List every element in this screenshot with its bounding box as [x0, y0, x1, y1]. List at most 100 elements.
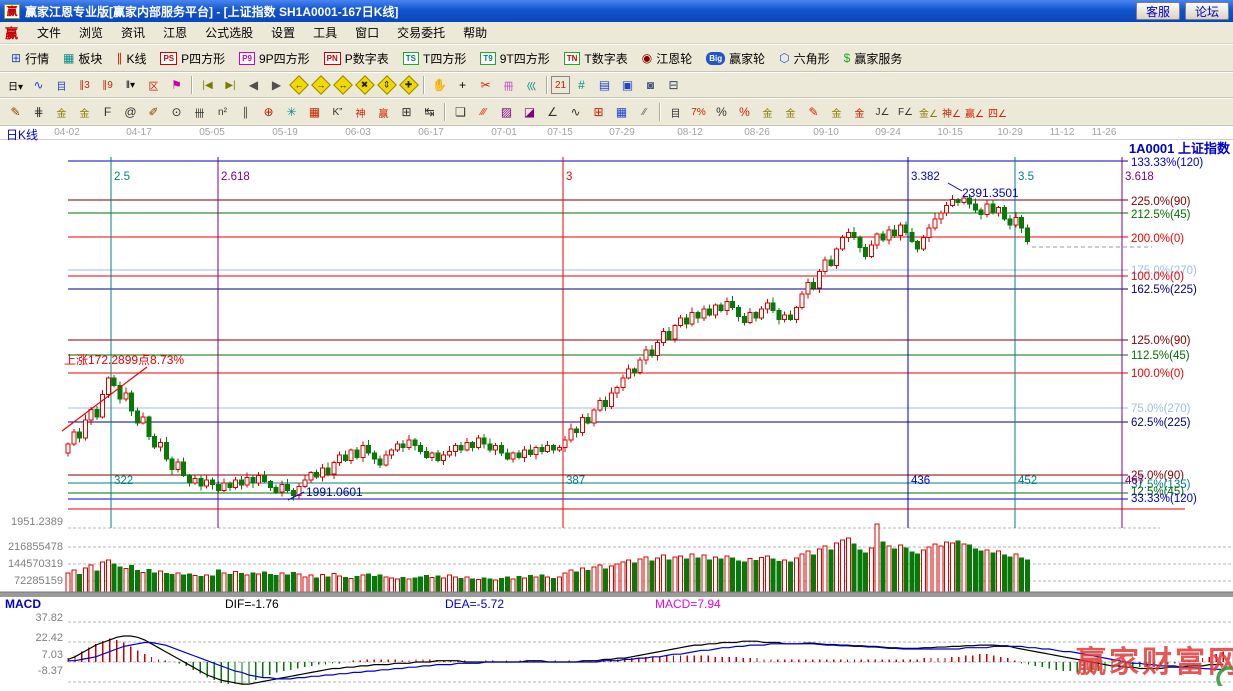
intraday-chart-icon[interactable]: ∿	[27, 75, 50, 95]
diamond-expand-v-icon[interactable]: ⇕	[377, 75, 397, 95]
diamond-expand-all-icon[interactable]: ✚	[399, 75, 419, 95]
customer-service-button[interactable]: 客服	[1136, 2, 1180, 20]
chart-canvas[interactable]: 1A0001 上证指数1951.2389133.33%(120)225.0%(9…	[0, 140, 1233, 686]
quotes-button[interactable]: ⊞行情	[4, 48, 56, 69]
gold-angle-icon[interactable]: 金∠	[917, 102, 940, 122]
quotes-button-label: 行情	[25, 50, 49, 67]
shen-grid-icon[interactable]: 神	[349, 102, 372, 122]
diamond-compress-icon[interactable]: ✖	[355, 75, 375, 95]
j-angle-icon[interactable]: J∠	[871, 102, 894, 122]
win-grid-icon[interactable]: 赢	[372, 102, 395, 122]
gold-circle-icon[interactable]: 金	[756, 102, 779, 122]
pencil-icon[interactable]: ✎	[4, 102, 27, 122]
first-page-icon[interactable]: |◀	[196, 75, 219, 95]
diamond-expand-h-icon[interactable]: ↔	[333, 75, 353, 95]
fine-grid-2-icon[interactable]: ▦	[610, 102, 633, 122]
kline-pattern-icon[interactable]: 区	[142, 75, 165, 95]
fine-grid-icon[interactable]: ⊞	[587, 102, 610, 122]
menu-tools[interactable]: 工具	[304, 24, 346, 42]
marker-pen-icon[interactable]: ✐	[142, 102, 165, 122]
three-bars-icon[interactable]: ∥3	[73, 75, 96, 95]
menu-help[interactable]: 帮助	[454, 24, 496, 42]
info-panel-icon[interactable]: 目	[50, 75, 73, 95]
square-grid-icon[interactable]: ▦	[303, 102, 326, 122]
purple-fan-icon[interactable]: ▨	[495, 102, 518, 122]
f-grid-icon[interactable]: F	[96, 102, 119, 122]
dense-grid-icon[interactable]: 卌	[188, 102, 211, 122]
menu-window[interactable]: 窗口	[346, 24, 388, 42]
seven-percent-icon[interactable]: 7%	[687, 102, 710, 122]
corner-box-icon[interactable]: ❏	[449, 102, 472, 122]
zigzag-icon[interactable]: ∿	[564, 102, 587, 122]
span-arrows-icon[interactable]: ↹	[418, 102, 441, 122]
win-angle-icon[interactable]: 赢∠	[963, 102, 986, 122]
ruler-grid-icon[interactable]: ⊞	[395, 102, 418, 122]
print-icon[interactable]: ⊟	[662, 75, 685, 95]
star-grid-icon[interactable]: ✳	[280, 102, 303, 122]
t-number-table-button[interactable]: TNT数字表	[557, 48, 635, 69]
diamond-left-icon[interactable]: ←	[289, 75, 309, 95]
red-brush-icon[interactable]: ✎	[802, 102, 825, 122]
si-angle-icon[interactable]: 四∠	[986, 102, 1009, 122]
save-icon[interactable]: ▣	[616, 75, 639, 95]
red-fan-icon[interactable]: ∕∕∕	[472, 102, 495, 122]
gold-grid-2-icon[interactable]: 金	[73, 102, 96, 122]
report-icon[interactable]: ▤	[593, 75, 616, 95]
k-quote-icon[interactable]: K”	[326, 102, 349, 122]
sectors-button[interactable]: ▦板块	[56, 48, 109, 69]
gold-red-line-icon[interactable]: 金	[848, 102, 871, 122]
forum-button[interactable]: 论坛	[1185, 2, 1229, 20]
percent-icon[interactable]: %	[710, 102, 733, 122]
t9-square-button[interactable]: T99T四方形	[473, 48, 556, 69]
p9-square-button[interactable]: P99P四方形	[232, 48, 316, 69]
capture-icon[interactable]: ◙	[639, 75, 662, 95]
kline-button[interactable]: ∥K线	[109, 48, 153, 69]
p-square-button[interactable]: PSP四方形	[153, 48, 232, 69]
calculator-icon[interactable]: #	[570, 75, 593, 95]
menu-news[interactable]: 资讯	[112, 24, 154, 42]
spiral-icon[interactable]: @	[119, 102, 142, 122]
f-angle-icon[interactable]: F∠	[894, 102, 917, 122]
colored-chart-icon[interactable]: ⚑	[165, 75, 188, 95]
diamond-right-icon[interactable]: →	[311, 75, 331, 95]
menu-formula-stock-pick[interactable]: 公式选股	[196, 24, 262, 42]
t-square-button[interactable]: TST四方形	[396, 48, 474, 69]
cycle-circle-icon[interactable]: ⊙	[165, 102, 188, 122]
prev-icon[interactable]: ◀	[242, 75, 265, 95]
diag-lines-icon[interactable]: ∕∕	[633, 102, 656, 122]
percent-line-icon[interactable]: %	[733, 102, 756, 122]
mirror-lines-icon[interactable]: ∥	[234, 102, 257, 122]
percent-bars-icon[interactable]: 目	[664, 102, 687, 122]
winner-service-button[interactable]: $赢家服务	[837, 48, 910, 69]
period-selector[interactable]: 日▾	[4, 75, 27, 95]
fan-box-icon[interactable]: ◪	[518, 102, 541, 122]
circle-crosshair-icon[interactable]: ⊕	[257, 102, 280, 122]
gann-grid-icon[interactable]: ⋕	[27, 102, 50, 122]
gold-wave-icon[interactable]: 金	[825, 102, 848, 122]
nine-bars-icon[interactable]: ∥9	[96, 75, 119, 95]
menu-settings[interactable]: 设置	[262, 24, 304, 42]
gann-wheel-button[interactable]: ◉江恩轮	[635, 48, 700, 69]
shen-angle-icon[interactable]: 神∠	[940, 102, 963, 122]
gold-grid-icon[interactable]: 金	[50, 102, 73, 122]
menu-gann[interactable]: 江恩	[154, 24, 196, 42]
n-square-icon[interactable]: n²	[211, 102, 234, 122]
crosshair-icon[interactable]: +	[451, 75, 474, 95]
magenta-grid-icon[interactable]: 冊	[497, 75, 520, 95]
hexagon-button-icon: ⬡	[779, 52, 789, 64]
p-number-table-button[interactable]: PNP数字表	[317, 48, 396, 69]
candle-style-icon[interactable]: ‖▾	[119, 75, 142, 95]
pan-hand-icon[interactable]: ✋	[428, 75, 451, 95]
menu-trade-entrust[interactable]: 交易委托	[388, 24, 454, 42]
next-icon[interactable]: ▶	[265, 75, 288, 95]
angle-lines-icon[interactable]: ∠	[541, 102, 564, 122]
calendar-icon[interactable]: 21	[551, 76, 570, 94]
menu-file[interactable]: 文件	[28, 24, 70, 42]
hexagon-button[interactable]: ⬡六角形	[772, 48, 837, 69]
menu-browse[interactable]: 浏览	[70, 24, 112, 42]
gold-line-icon[interactable]: 金	[779, 102, 802, 122]
wave-tool-icon[interactable]: 巛	[520, 75, 543, 95]
winner-wheel-button[interactable]: Big赢家轮	[699, 48, 772, 69]
last-page-icon[interactable]: ▶|	[219, 75, 242, 95]
measure-icon[interactable]: ✂	[474, 75, 497, 95]
